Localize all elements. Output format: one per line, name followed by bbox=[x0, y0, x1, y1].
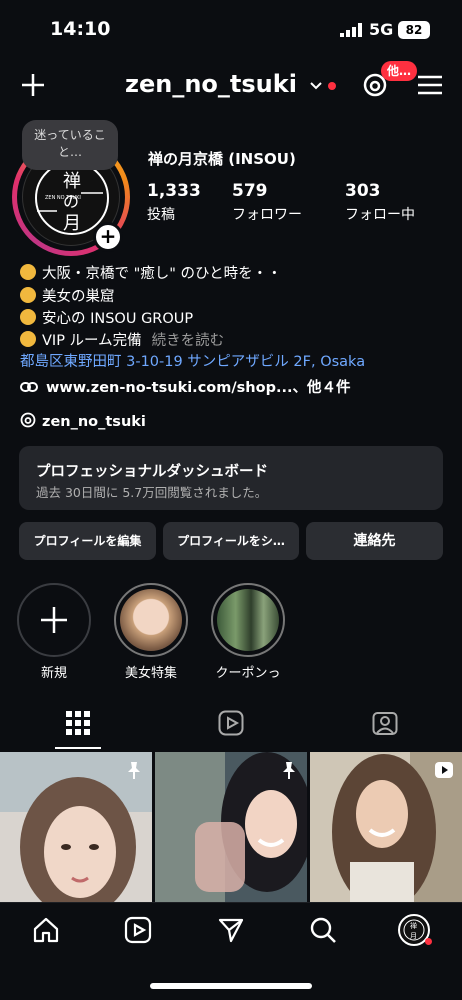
add-story-plus-icon[interactable]: + bbox=[93, 222, 123, 252]
bio-line: 安心の INSOU GROUP bbox=[20, 307, 193, 328]
active-tab-indicator bbox=[55, 747, 101, 749]
posts-count[interactable]: 1,333 bbox=[147, 181, 201, 201]
search-icon[interactable] bbox=[309, 916, 337, 944]
highlight-label: 新規 bbox=[40, 666, 67, 681]
signal-icon bbox=[340, 23, 362, 37]
following-label[interactable]: フォロー中 bbox=[345, 204, 415, 224]
pin-icon bbox=[128, 762, 140, 779]
website-link[interactable]: www.zen-no-tsuki.com/shop...、他４件 bbox=[20, 376, 350, 397]
address-link[interactable]: 都島区東野田町 3-10-19 サンピアザビル 2F, Osaka bbox=[20, 350, 365, 371]
profile-notification-dot bbox=[425, 938, 432, 945]
dashboard-title: プロフェッショナルダッシュボード bbox=[36, 464, 268, 480]
princess-emoji-icon bbox=[20, 264, 36, 280]
tagged-icon[interactable] bbox=[372, 710, 398, 736]
followers-label[interactable]: フォロワー bbox=[232, 204, 302, 224]
highlight-label: 美女特集 bbox=[124, 666, 177, 681]
grid-icon[interactable] bbox=[65, 710, 91, 736]
menu-icon[interactable] bbox=[418, 75, 442, 95]
princess-emoji-icon bbox=[20, 331, 36, 347]
svg-text:禅: 禅 bbox=[63, 171, 81, 192]
contact-button[interactable]: 連絡先 bbox=[306, 522, 443, 560]
highlight-coupon[interactable] bbox=[211, 583, 285, 657]
create-plus-icon[interactable] bbox=[20, 72, 46, 98]
chevron-down-icon[interactable] bbox=[310, 82, 322, 90]
threads-profile-link[interactable]: zen_no_tsuki bbox=[20, 412, 146, 430]
plus-icon bbox=[41, 607, 67, 633]
profile-note[interactable]: 迷っていること… bbox=[22, 120, 118, 170]
reel-indicator-icon bbox=[435, 762, 453, 778]
svg-text:月: 月 bbox=[410, 932, 417, 940]
status-time: 14:10 bbox=[50, 18, 111, 40]
highlight-thumbnail bbox=[120, 589, 182, 651]
network-type: 5G bbox=[369, 20, 394, 39]
display-name: 禅の月京橋 (INSOU) bbox=[148, 150, 296, 168]
reels-icon[interactable] bbox=[124, 916, 152, 944]
reels-icon[interactable] bbox=[218, 710, 244, 736]
send-message-icon[interactable] bbox=[217, 916, 245, 944]
new-highlight-button[interactable] bbox=[17, 583, 91, 657]
read-more-link[interactable]: 続きを読む bbox=[152, 333, 225, 349]
link-icon bbox=[20, 382, 38, 392]
posts-label[interactable]: 投稿 bbox=[147, 204, 175, 224]
dashboard-subtitle: 過去 30日間に 5.7万回閲覧されました。 bbox=[36, 485, 268, 500]
highlight-label: クーポンっ bbox=[215, 666, 281, 681]
following-count[interactable]: 303 bbox=[345, 181, 381, 201]
threads-icon bbox=[20, 412, 36, 428]
highlight-thumbnail bbox=[217, 589, 279, 651]
pin-icon bbox=[283, 762, 295, 779]
bio-line: 美女の巣窟 bbox=[20, 285, 115, 306]
svg-text:禅: 禅 bbox=[410, 921, 417, 930]
svg-text:ZEN NO TSUKI: ZEN NO TSUKI bbox=[45, 195, 81, 201]
battery-icon: 82 bbox=[398, 21, 430, 39]
share-profile-button[interactable]: プロフィールをシ… bbox=[163, 522, 299, 560]
threads-badge: 他… bbox=[381, 61, 418, 81]
logo-mark: 禅 月 bbox=[403, 919, 425, 941]
home-icon[interactable] bbox=[32, 916, 60, 944]
account-notification-dot bbox=[328, 82, 336, 90]
svg-text:月: 月 bbox=[63, 213, 81, 234]
edit-profile-button[interactable]: プロフィールを編集 bbox=[19, 522, 156, 560]
princess-emoji-icon bbox=[20, 309, 36, 325]
highlight-beauty[interactable] bbox=[114, 583, 188, 657]
followers-count[interactable]: 579 bbox=[232, 181, 268, 201]
bio-line: VIP ルーム完備 続きを読む bbox=[20, 329, 224, 350]
princess-emoji-icon bbox=[20, 287, 36, 303]
profile-username[interactable]: zen_no_tsuki bbox=[125, 70, 297, 98]
home-indicator bbox=[150, 983, 312, 989]
bio-line: 大阪・京橋で "癒し" のひと時を・・ bbox=[20, 262, 282, 283]
